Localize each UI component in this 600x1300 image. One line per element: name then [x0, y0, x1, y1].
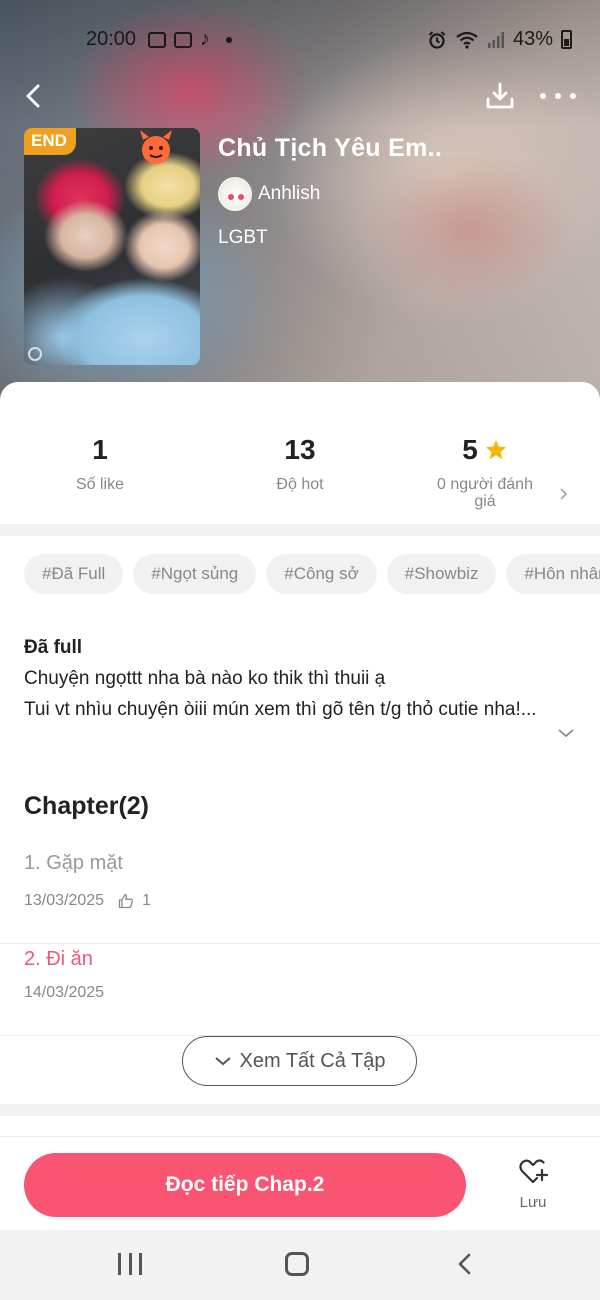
tag-chip[interactable]: #Showbiz	[386, 554, 497, 594]
chapter-title: 1. Gặp mặt	[24, 852, 123, 874]
see-all-chapters-button[interactable]: Xem Tất Cả Tập	[182, 1036, 417, 1086]
rating-value-row: 5	[400, 434, 570, 466]
stat-rating[interactable]: 5 0 người đánh giá	[400, 434, 570, 510]
battery-icon	[561, 30, 572, 49]
recent-bar	[128, 1253, 132, 1275]
signal-icon	[487, 31, 504, 48]
gallery-notification-icon	[148, 31, 166, 48]
more-dot	[570, 93, 576, 99]
recent-bar	[118, 1253, 121, 1275]
recent-bar	[139, 1253, 142, 1275]
save-label: Lưu	[519, 1194, 547, 1211]
section-divider	[0, 1104, 600, 1116]
thumb-up-icon	[118, 893, 133, 909]
more-dot	[540, 93, 546, 99]
chevron-down-icon	[214, 1057, 231, 1066]
author-row[interactable]: Anhlish	[218, 177, 442, 211]
wifi-icon	[456, 31, 478, 49]
tag-chip[interactable]: #Đã Full	[24, 554, 124, 594]
expand-description-icon[interactable]	[556, 726, 576, 740]
story-info: Chủ Tịch Yêu Em.. Anhlish LGBT	[218, 134, 442, 249]
story-title: Chủ Tịch Yêu Em..	[218, 134, 443, 162]
author-avatar[interactable]	[218, 177, 252, 211]
chapter-like-count: 1	[142, 892, 151, 909]
description-line: Tui vt nhìu chuyện òiii mún xem thì gõ t…	[24, 699, 537, 720]
tag-list: #Đã Full #Ngọt sủng #Công sở #Showbiz #Hôn n…	[24, 554, 600, 594]
chapter-date: 14/03/2025	[24, 984, 105, 1001]
devil-emoji-icon	[140, 130, 172, 164]
likes-label: Số like	[75, 476, 125, 493]
chapter-title: 2. Đi ăn	[24, 948, 93, 970]
end-badge: END	[24, 128, 76, 155]
stat-hot: 13 Độ hot	[200, 434, 400, 493]
heart-plus-icon	[519, 1159, 549, 1184]
notification-icons: ♪	[148, 28, 232, 51]
stats-row: 1 Số like 13 Độ hot 5 0 người đánh giá	[0, 382, 600, 524]
system-back-icon[interactable]	[454, 1252, 474, 1276]
story-genre: LGBT	[218, 227, 268, 248]
tag-chip[interactable]: #Ngọt sủng	[133, 554, 257, 594]
status-right: 43%	[427, 28, 572, 51]
stat-likes: 1 Số like	[0, 434, 200, 493]
hot-value: 13	[284, 434, 316, 465]
chapter-date: 13/03/2025	[24, 892, 105, 909]
tag-chip[interactable]: #Hôn nhân	[506, 554, 600, 594]
video-notification-icon	[174, 31, 192, 48]
save-button[interactable]: Lưu	[508, 1157, 558, 1211]
system-nav-bar	[0, 1230, 600, 1300]
rating-value: 5	[462, 434, 478, 465]
recent-apps-icon[interactable]	[118, 1253, 142, 1275]
hot-label: Độ hot	[276, 476, 324, 493]
chevron-right-icon[interactable]	[558, 486, 570, 502]
rating-label: 0 người đánh giá	[437, 476, 533, 510]
description-title: Đã full	[24, 637, 83, 658]
description-line: Chuyện ngọttt nha bà nào ko thik thì thu…	[24, 668, 386, 689]
story-cover: END	[24, 128, 200, 365]
battery-percent: 43%	[512, 28, 553, 50]
alarm-icon	[428, 30, 446, 49]
more-notifications-icon	[226, 36, 232, 43]
top-nav	[0, 76, 600, 116]
likes-value: 1	[92, 434, 108, 465]
author-name[interactable]: Anhlish	[258, 183, 320, 205]
tag-chip[interactable]: #Công sở	[266, 554, 377, 594]
section-divider	[0, 524, 600, 536]
status-bar: 20:00 ♪ 43%	[0, 22, 600, 58]
chapter-item[interactable]: 2. Đi ăn 14/03/2025	[0, 944, 600, 1036]
see-all-label: Xem Tất Cả Tập	[239, 1049, 386, 1072]
chapter-heading: Chapter(2)	[24, 792, 150, 820]
star-icon	[485, 440, 506, 459]
status-time: 20:00	[86, 28, 137, 50]
download-icon[interactable]	[484, 80, 516, 112]
chapter-likes: 1	[118, 892, 151, 910]
chapter-meta: 13/03/2025 1	[24, 892, 151, 910]
more-icon[interactable]	[540, 80, 576, 112]
chapter-item[interactable]: 1. Gặp mặt 13/03/2025 1	[0, 852, 600, 944]
bottom-action-bar: Đọc tiếp Chap.2 Lưu	[0, 1136, 600, 1230]
more-dot	[555, 93, 561, 99]
home-icon[interactable]	[285, 1252, 309, 1276]
story-description[interactable]: Đã full Chuyện ngọttt nha bà nào ko thik…	[24, 632, 544, 725]
back-icon[interactable]	[20, 82, 48, 110]
tiktok-icon: ♪	[200, 28, 210, 50]
chapter-meta: 14/03/2025	[24, 984, 104, 1002]
continue-reading-button[interactable]: Đọc tiếp Chap.2	[24, 1153, 466, 1217]
watermark-icon	[28, 347, 42, 361]
story-detail-card: 1 Số like 13 Độ hot 5 0 người đánh giá #…	[0, 382, 600, 1230]
